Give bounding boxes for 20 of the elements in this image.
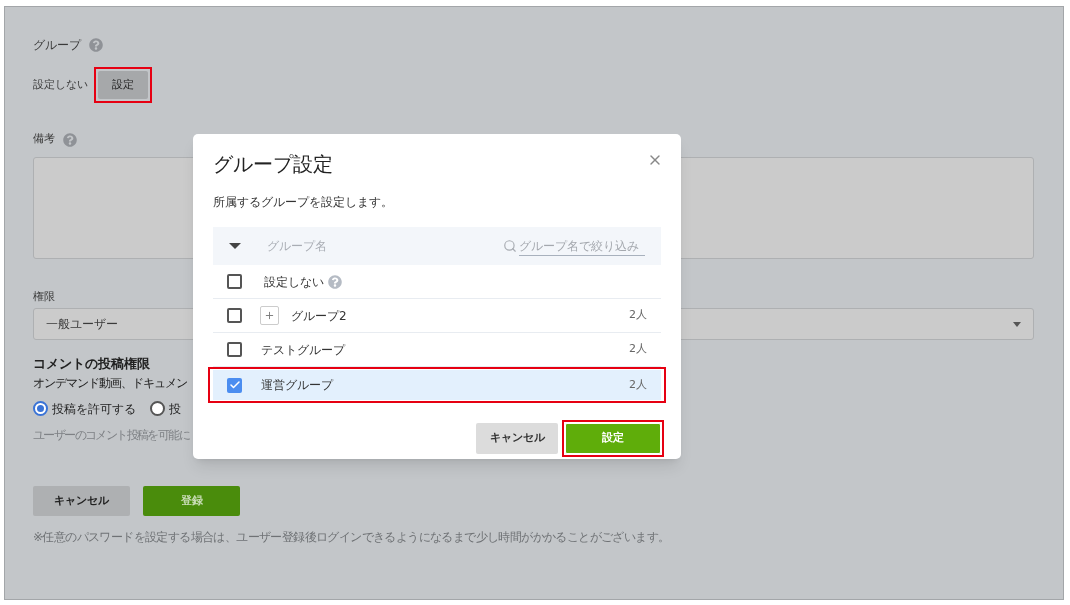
field-label: グループ	[33, 37, 81, 54]
field-label: 権限	[33, 288, 56, 305]
group-value: 設定しない	[33, 76, 88, 93]
group-name: 設定しない	[264, 273, 324, 291]
member-count: 2人	[629, 341, 647, 358]
footnote: ※任意のパスワードを設定する場合は、ユーザー登録後ログインできるようになるまで少し時間がかかることがございます。	[33, 528, 670, 546]
column-header: グループ名	[267, 238, 327, 255]
section-description: オンデマンド動画、ドキュメン	[33, 374, 187, 392]
member-count: 2人	[629, 376, 647, 393]
field-label: 備考	[33, 131, 55, 148]
radio-label: 投	[169, 400, 181, 418]
group-name: グループ2	[291, 307, 347, 325]
hint-text: ユーザーのコメント投稿を可能に	[33, 426, 189, 444]
dialog-description: 所属するグループを設定します。	[213, 194, 394, 211]
member-count: 2人	[629, 307, 647, 324]
section-title: コメントの投稿権限	[33, 355, 151, 374]
group-name: テストグループ	[261, 341, 345, 359]
dialog-title: グループ設定	[213, 151, 333, 178]
radio-label: 投稿を許可する	[52, 400, 136, 418]
group-name: 運営グループ	[261, 377, 333, 394]
